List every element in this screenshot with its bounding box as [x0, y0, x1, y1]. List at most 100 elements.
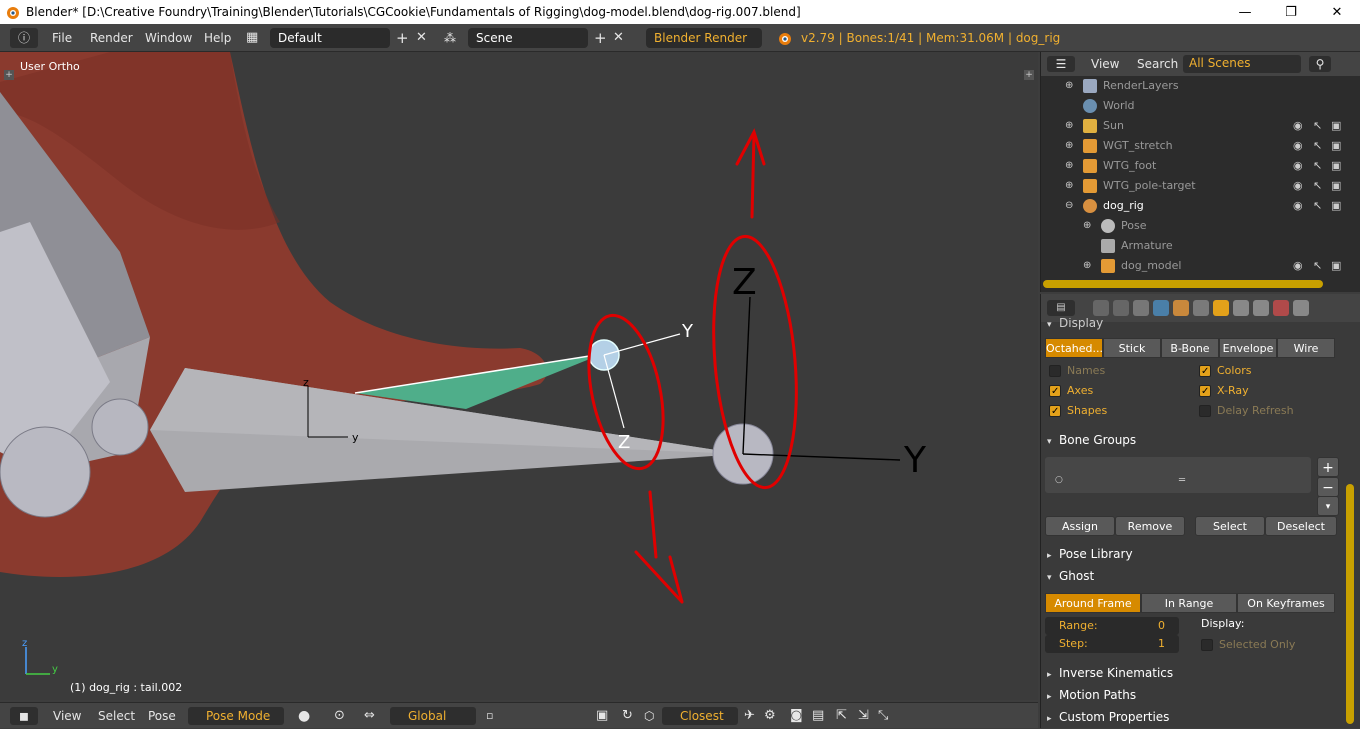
render-tab-icon[interactable] — [1093, 300, 1109, 316]
add-scene-button[interactable]: + — [594, 24, 607, 52]
expand-toggle-icon[interactable]: ⊕ — [1083, 256, 1091, 276]
selectability-arrow-icon[interactable]: ↖ — [1313, 196, 1322, 216]
visibility-eye-icon[interactable]: ◉ — [1293, 256, 1303, 276]
object-tab-icon[interactable] — [1173, 300, 1189, 316]
expand-toggle-icon[interactable]: ⊕ — [1065, 136, 1073, 156]
list-filter-icon[interactable]: ○ — [1055, 475, 1063, 485]
snap-options-icon[interactable]: ✈ — [744, 703, 755, 729]
menu-pose[interactable]: Pose — [148, 703, 176, 729]
panel-pose-library-header[interactable]: ▸ Pose Library — [1047, 544, 1339, 564]
menu-view[interactable]: View — [53, 703, 81, 729]
outliner-menu-view[interactable]: View — [1091, 56, 1119, 72]
ghost-range-field[interactable]: Range: 0 — [1045, 617, 1179, 635]
scene-field[interactable]: Scene — [468, 28, 588, 48]
shading-solid-icon[interactable]: ● — [298, 703, 310, 729]
selectability-arrow-icon[interactable]: ↖ — [1313, 136, 1322, 156]
panel-ghost-header[interactable]: ▾ Ghost — [1047, 566, 1339, 586]
bone-constraints-tab-icon[interactable] — [1253, 300, 1269, 316]
pivot-icon[interactable]: ⊙ — [334, 703, 345, 729]
expand-toggle-icon[interactable]: ⊕ — [1065, 76, 1073, 96]
visibility-eye-icon[interactable]: ◉ — [1293, 176, 1303, 196]
render-anim-icon[interactable]: ▤ — [812, 703, 824, 729]
lock-layer-icon[interactable]: ▣ — [596, 703, 608, 729]
outliner-row[interactable]: ⊖ dog_rig ◉ ↖ ▣ — [1041, 196, 1360, 216]
display-mode-select[interactable]: All Scenes — [1183, 55, 1301, 73]
minimize-button[interactable]: — — [1222, 0, 1268, 24]
menu-help[interactable]: Help — [204, 24, 231, 52]
mode-select[interactable]: Pose Mode — [188, 707, 284, 725]
add-layout-button[interactable]: + — [396, 24, 409, 52]
panel-ik-header[interactable]: ▸ Inverse Kinematics — [1047, 663, 1339, 683]
renderability-camera-icon[interactable]: ▣ — [1331, 116, 1341, 136]
menu-file[interactable]: File — [52, 24, 72, 52]
selectability-arrow-icon[interactable]: ↖ — [1313, 156, 1322, 176]
panel-bone-groups-header[interactable]: ▾ Bone Groups — [1047, 430, 1339, 450]
properties-scrollbar[interactable] — [1346, 484, 1354, 724]
expand-toggle-icon[interactable]: ⊕ — [1065, 176, 1073, 196]
ghost-on-keyframes[interactable]: On Keyframes — [1237, 593, 1335, 613]
transform-orientation-select[interactable]: Global — [390, 707, 476, 725]
menu-render[interactable]: Render — [90, 24, 133, 52]
ghost-in-range[interactable]: In Range — [1141, 593, 1237, 613]
snap-target-select[interactable]: Closest — [662, 707, 738, 725]
outliner-scrollbar[interactable] — [1043, 280, 1323, 288]
outliner-row[interactable]: ⊕ WTG_foot ◉ ↖ ▣ — [1041, 156, 1360, 176]
expand-toggle-icon[interactable]: ⊕ — [1065, 156, 1073, 176]
display-type-wire[interactable]: Wire — [1277, 338, 1335, 358]
renderability-camera-icon[interactable]: ▣ — [1331, 176, 1341, 196]
outliner-row[interactable]: ⊕ Sun ◉ ↖ ▣ — [1041, 116, 1360, 136]
outliner-row[interactable]: ⊕ WTG_pole-target ◉ ↖ ▣ — [1041, 176, 1360, 196]
xray-checkbox[interactable]: X-Ray — [1199, 382, 1249, 401]
corner-plus-icon[interactable]: + — [4, 70, 14, 80]
renderability-camera-icon[interactable]: ▣ — [1331, 256, 1341, 276]
snap-align-icon[interactable]: ⚙ — [764, 703, 776, 729]
visibility-eye-icon[interactable]: ◉ — [1293, 136, 1303, 156]
panel-display-header[interactable]: ▾ Display — [1047, 318, 1339, 330]
maximize-button[interactable]: ❐ — [1268, 0, 1314, 24]
visibility-eye-icon[interactable]: ◉ — [1293, 116, 1303, 136]
corner-plus-icon[interactable]: + — [1024, 70, 1034, 80]
visibility-eye-icon[interactable]: ◉ — [1293, 196, 1303, 216]
panel-motion-paths-header[interactable]: ▸ Motion Paths — [1047, 685, 1339, 705]
display-type-stick[interactable]: Stick — [1103, 338, 1161, 358]
add-bone-group-button[interactable]: + — [1317, 457, 1339, 477]
list-resize-handle[interactable]: ═ — [1179, 475, 1185, 486]
ghost-around-frame[interactable]: Around Frame — [1045, 593, 1141, 613]
outliner-row[interactable]: ⊕ dog_model ◉ ↖ ▣ — [1041, 256, 1360, 276]
constraints-tab-icon[interactable] — [1193, 300, 1209, 316]
shapes-checkbox[interactable]: Shapes — [1049, 402, 1107, 421]
close-button[interactable]: ✕ — [1314, 0, 1360, 24]
outliner-row[interactable]: Armature — [1041, 236, 1360, 256]
select-button[interactable]: Select — [1195, 516, 1265, 536]
menu-window[interactable]: Window — [145, 24, 192, 52]
render-icon[interactable]: ◙ — [790, 703, 803, 729]
delete-layout-button[interactable]: ✕ — [416, 24, 427, 52]
editor-type-outliner-icon[interactable]: ☰ — [1047, 56, 1075, 72]
editor-type-info-icon[interactable]: ⓘ — [10, 28, 38, 48]
editor-type-properties-icon[interactable]: ▤ — [1047, 300, 1075, 316]
3d-viewport[interactable]: Y Z Z Y z y z y User Ortho (1) dog_rig :… — [0, 52, 1038, 700]
names-checkbox[interactable]: Names — [1049, 362, 1105, 380]
axes-checkbox[interactable]: Axes — [1049, 382, 1093, 401]
delete-scene-button[interactable]: ✕ — [613, 24, 624, 52]
colors-checkbox[interactable]: Colors — [1199, 362, 1251, 381]
bone-tab-icon[interactable] — [1233, 300, 1249, 316]
bone-groups-list[interactable]: ○ ═ — [1045, 457, 1311, 493]
outliner-row[interactable]: World — [1041, 96, 1360, 116]
layer-icon[interactable]: ▫ — [486, 703, 493, 729]
selectability-arrow-icon[interactable]: ↖ — [1313, 116, 1322, 136]
modifiers-tab-icon[interactable] — [1293, 300, 1309, 316]
expand-toggle-icon[interactable]: ⊕ — [1065, 116, 1073, 136]
expand-toggle-icon[interactable]: ⊖ — [1065, 196, 1073, 216]
deselect-button[interactable]: Deselect — [1265, 516, 1337, 536]
scene-tab-icon[interactable] — [1133, 300, 1149, 316]
screen-layout-icon[interactable]: ▦ — [246, 24, 258, 52]
armature-tab-icon[interactable] — [1213, 300, 1229, 316]
visibility-eye-icon[interactable]: ◉ — [1293, 156, 1303, 176]
selectability-arrow-icon[interactable]: ↖ — [1313, 176, 1322, 196]
display-type-octahedral[interactable]: Octahed... — [1045, 338, 1103, 358]
remove-button[interactable]: Remove — [1115, 516, 1185, 536]
editor-type-3dview-icon[interactable]: ◼ — [10, 707, 38, 725]
texture-tab-icon[interactable] — [1273, 300, 1289, 316]
bone-group-specials-button[interactable]: ▾ — [1317, 496, 1339, 516]
